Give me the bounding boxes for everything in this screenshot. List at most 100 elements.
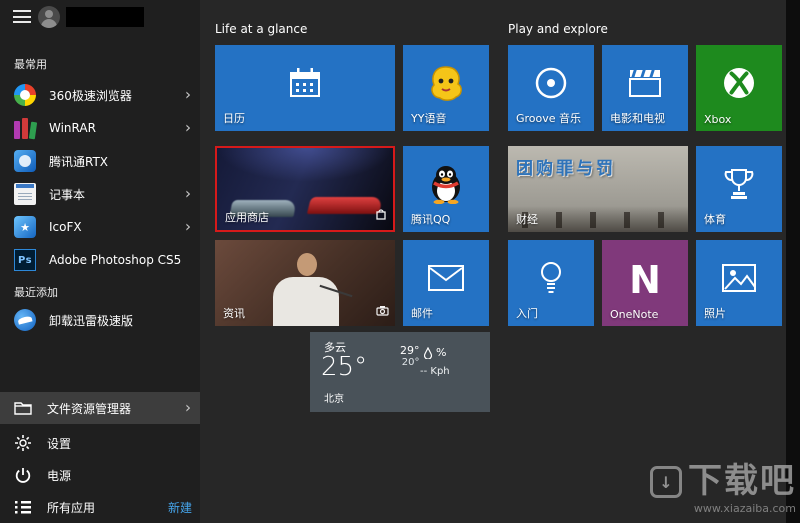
tile-label: 腾讯QQ bbox=[411, 213, 451, 226]
sidebar-item-360-browser[interactable]: 360极速浏览器 › bbox=[0, 79, 200, 111]
tile-calendar[interactable]: 日历 bbox=[215, 45, 395, 131]
tile-xbox[interactable]: Xbox bbox=[696, 45, 782, 131]
app-label: 所有应用 bbox=[47, 500, 96, 515]
all-apps-icon bbox=[14, 498, 32, 516]
power-icon bbox=[14, 466, 32, 484]
download-icon: ↓ bbox=[650, 466, 682, 499]
chevron-right-icon[interactable]: › bbox=[185, 400, 191, 416]
sidebar-item-all-apps[interactable]: 所有应用 新建 bbox=[0, 491, 200, 523]
tile-onenote[interactable]: N OneNote bbox=[602, 240, 688, 326]
qq-icon bbox=[428, 164, 464, 208]
store-tile-artwork bbox=[217, 148, 393, 182]
hamburger-icon bbox=[13, 10, 31, 12]
photoshop-icon: Ps bbox=[14, 249, 36, 271]
app-label: 文件资源管理器 bbox=[47, 401, 132, 416]
tile-photos[interactable]: 照片 bbox=[696, 240, 782, 326]
new-link[interactable]: 新建 bbox=[168, 499, 192, 516]
gear-icon bbox=[14, 434, 32, 452]
weather-temperature: 25° bbox=[321, 352, 368, 382]
app-label: 设置 bbox=[47, 436, 72, 451]
droplet-icon bbox=[424, 346, 432, 359]
tile-movies-tv[interactable]: 电影和电视 bbox=[602, 45, 688, 131]
notepad-icon bbox=[14, 183, 36, 205]
calendar-icon bbox=[288, 66, 322, 104]
sidebar-item-settings[interactable]: 设置 bbox=[0, 427, 200, 459]
app-label: 记事本 bbox=[49, 187, 86, 202]
clapperboard-icon bbox=[627, 66, 663, 104]
tile-groove-music[interactable]: Groove 音乐 bbox=[508, 45, 594, 131]
tile-label: OneNote bbox=[610, 308, 659, 321]
winrar-icon bbox=[14, 117, 38, 140]
store-car-red bbox=[306, 197, 384, 214]
most-used-heading: 最常用 bbox=[14, 58, 47, 71]
rtx-icon bbox=[14, 150, 36, 172]
watermark: ↓ 下载吧 www.xiazaiba.com bbox=[650, 464, 796, 515]
user-name-redacted bbox=[66, 7, 144, 27]
tile-label: 资讯 bbox=[223, 307, 245, 320]
sidebar: 最常用 360极速浏览器 › WinRAR › 腾讯通RTX 记事本 › ★ I… bbox=[0, 0, 200, 523]
sidebar-item-notepad[interactable]: 记事本 › bbox=[0, 178, 200, 210]
recently-added-heading: 最近添加 bbox=[14, 286, 58, 299]
tile-get-started[interactable]: 入门 bbox=[508, 240, 594, 326]
tile-mail[interactable]: 邮件 bbox=[403, 240, 489, 326]
chevron-right-icon[interactable]: › bbox=[185, 186, 191, 202]
sidebar-item-icofx[interactable]: ★ IcoFX › bbox=[0, 211, 200, 243]
watermark-title: 下载吧 bbox=[688, 461, 796, 502]
tile-label: 应用商店 bbox=[225, 211, 269, 224]
tile-store[interactable]: 应用商店 bbox=[215, 146, 395, 232]
user-profile[interactable] bbox=[38, 4, 144, 30]
store-bag-icon bbox=[375, 205, 387, 224]
tile-label: Xbox bbox=[704, 113, 732, 126]
tile-news[interactable]: 资讯 bbox=[215, 240, 395, 326]
sidebar-item-uninstall-thunder[interactable]: 卸载迅雷极速版 bbox=[0, 304, 200, 336]
app-label: 卸载迅雷极速版 bbox=[49, 313, 134, 328]
sidebar-item-file-explorer[interactable]: 文件资源管理器 › bbox=[0, 392, 200, 424]
news-camera-icon bbox=[376, 301, 389, 320]
menu-button[interactable] bbox=[13, 10, 31, 23]
group-title-play: Play and explore bbox=[508, 22, 608, 36]
sidebar-item-photoshop[interactable]: Ps Adobe Photoshop CS5 bbox=[0, 244, 200, 276]
finance-headline: 团购罪与罚 bbox=[516, 159, 616, 179]
weather-humidity: % bbox=[424, 346, 446, 359]
chevron-right-icon[interactable]: › bbox=[185, 219, 191, 235]
tile-label: 日历 bbox=[223, 112, 245, 125]
tile-label: 照片 bbox=[704, 307, 726, 320]
folder-icon bbox=[14, 399, 32, 417]
tile-sports[interactable]: 体育 bbox=[696, 146, 782, 232]
weather-city: 北京 bbox=[324, 394, 344, 405]
chevron-right-icon[interactable]: › bbox=[185, 87, 191, 103]
tile-label: 邮件 bbox=[411, 307, 433, 320]
app-label: 腾讯通RTX bbox=[49, 154, 109, 169]
group-title-life: Life at a glance bbox=[215, 22, 308, 36]
desktop-background bbox=[786, 0, 800, 523]
app-label: WinRAR bbox=[49, 121, 96, 135]
tile-qq[interactable]: 腾讯QQ bbox=[403, 146, 489, 232]
trophy-icon bbox=[722, 166, 756, 206]
sidebar-item-winrar[interactable]: WinRAR › bbox=[0, 112, 200, 144]
sidebar-item-rtx[interactable]: 腾讯通RTX bbox=[0, 145, 200, 177]
chevron-right-icon[interactable]: › bbox=[185, 120, 191, 136]
lightbulb-icon bbox=[536, 259, 566, 301]
watermark-url: www.xiazaiba.com bbox=[693, 502, 796, 515]
yy-icon bbox=[426, 63, 466, 107]
sidebar-item-power[interactable]: 电源 bbox=[0, 459, 200, 491]
app-label: 360极速浏览器 bbox=[49, 88, 132, 103]
tile-label: YY语音 bbox=[411, 112, 447, 125]
tile-label: 入门 bbox=[516, 307, 538, 320]
tile-finance[interactable]: 团购罪与罚 财经 bbox=[508, 146, 688, 232]
news-tile-artwork bbox=[273, 277, 339, 326]
xbox-icon bbox=[719, 63, 759, 107]
tile-label: Groove 音乐 bbox=[516, 112, 582, 125]
tile-yy-voice[interactable]: YY语音 bbox=[403, 45, 489, 131]
360-browser-icon bbox=[14, 84, 36, 106]
tile-label: 体育 bbox=[704, 213, 726, 226]
onenote-letter: N bbox=[629, 257, 661, 302]
tile-weather[interactable]: 多云 25° 29° 20° % -- Kph 北京 bbox=[310, 332, 490, 412]
thunder-icon bbox=[14, 309, 36, 331]
photos-icon bbox=[721, 263, 757, 297]
tile-label: 电影和电视 bbox=[610, 112, 665, 125]
mail-icon bbox=[427, 263, 465, 297]
weather-wind: -- Kph bbox=[420, 366, 450, 377]
app-label: IcoFX bbox=[49, 220, 82, 234]
icofx-icon: ★ bbox=[14, 216, 36, 238]
